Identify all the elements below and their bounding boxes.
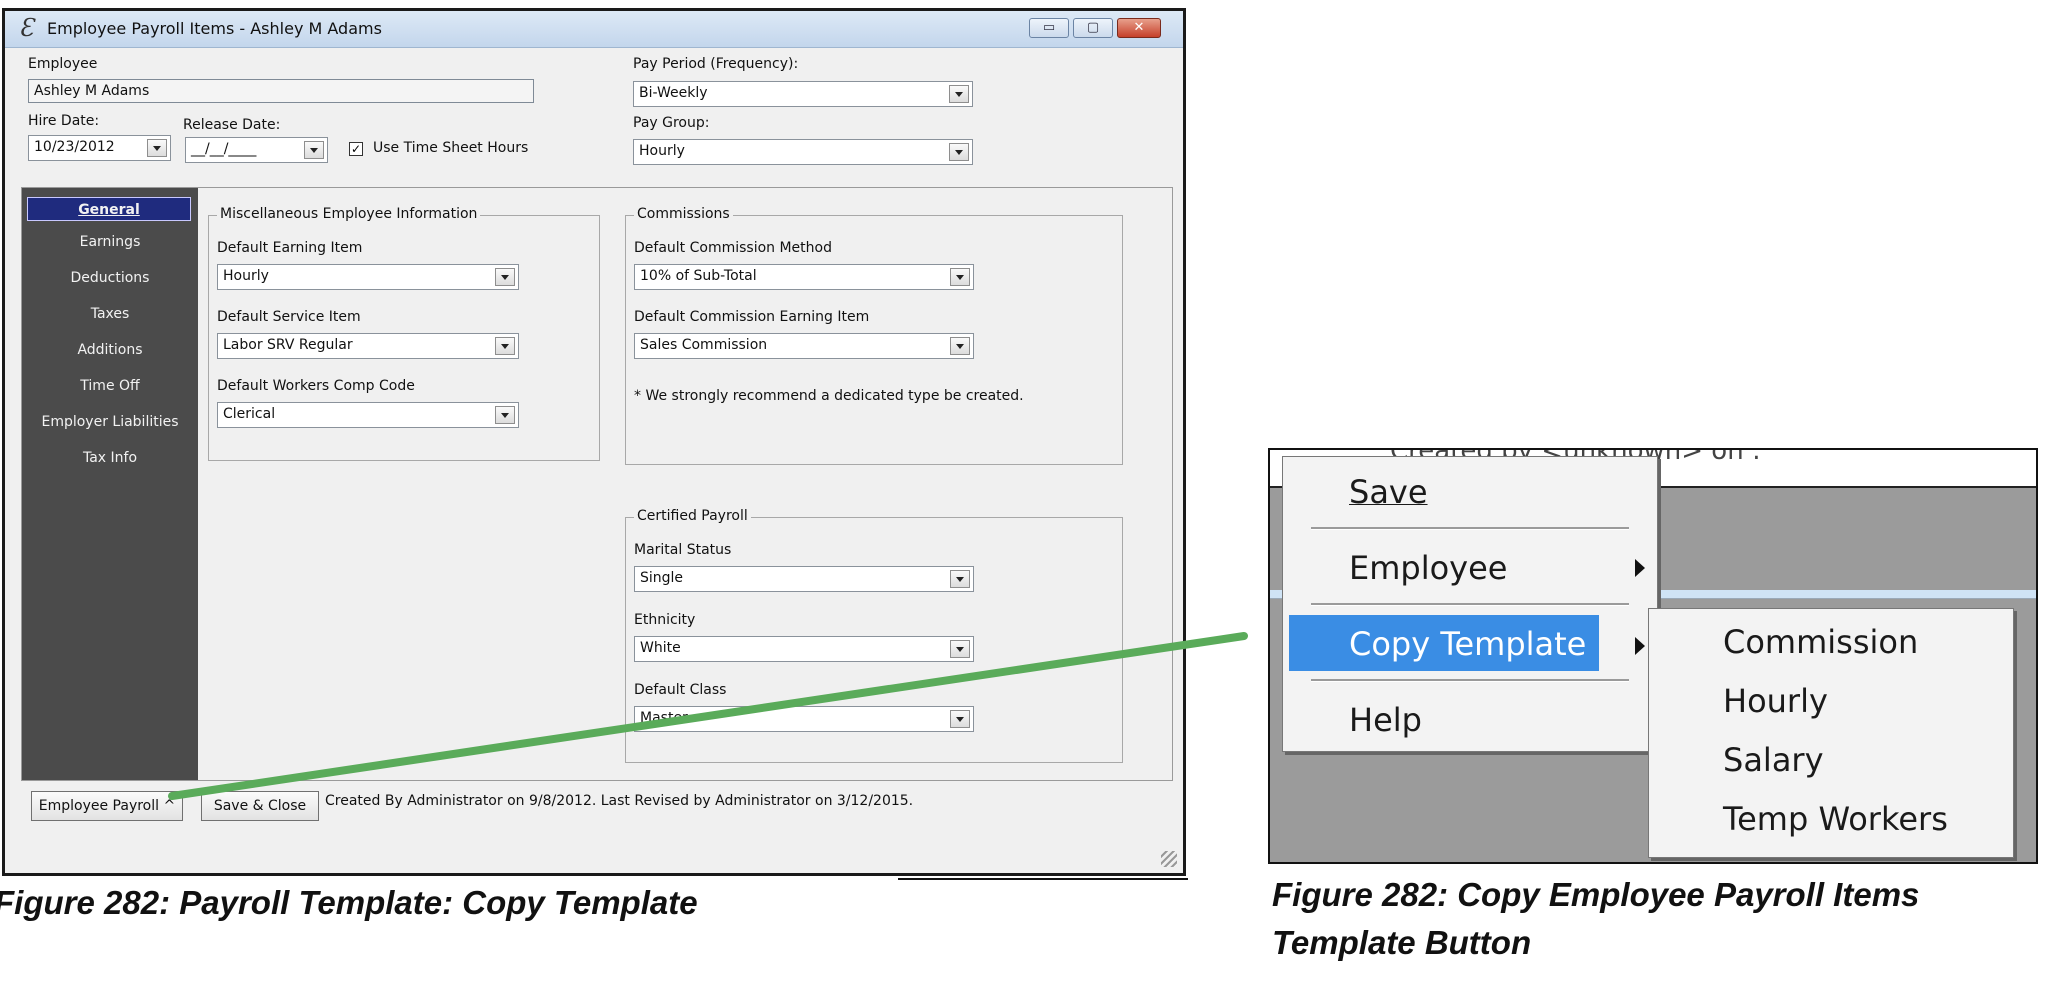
connector-line: [168, 632, 1248, 800]
connector-line-overlay: [168, 632, 1248, 800]
caption-left: Figure 282: Payroll Template: Copy Templ…: [0, 884, 698, 921]
window-bottom-edge: [898, 878, 1188, 880]
caption-right-line1: Figure 282: Copy Employee Payroll Items: [1272, 876, 1920, 913]
caption-right-line2: Template Button: [1272, 924, 1532, 961]
